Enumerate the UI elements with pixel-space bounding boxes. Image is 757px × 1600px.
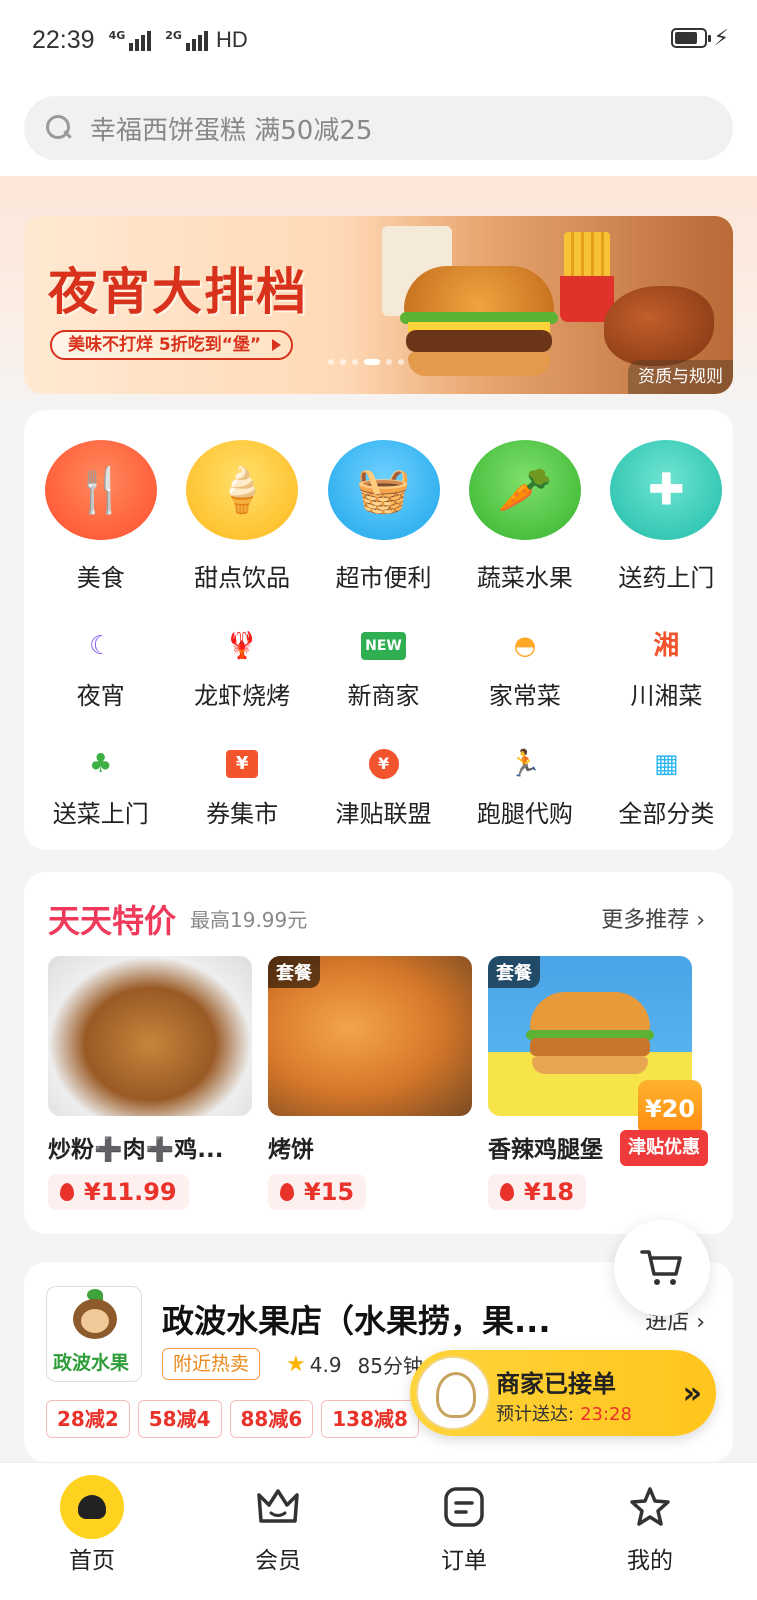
price-tag: ¥11.99 — [48, 1174, 189, 1210]
crown-icon — [257, 1489, 299, 1523]
deal-item-baked-pancake[interactable]: 套餐 烤饼 ¥15 — [268, 956, 472, 1210]
coupon-icon: ¥ — [226, 750, 259, 778]
promo-tag: 28减2 — [46, 1400, 130, 1438]
subsidy-badge[interactable]: ¥20 津贴优惠 — [620, 1080, 708, 1180]
search-area: 幸福西饼蛋糕 满50减25 — [0, 80, 757, 176]
broccoli-icon: ♣ — [89, 749, 113, 779]
order-status-bar[interactable]: 商家已接单 预计送达: 23:28 » — [410, 1350, 716, 1436]
promo-tag: 138减8 — [321, 1400, 419, 1438]
runner-icon: 🏃 — [508, 749, 542, 779]
signal-2g-icon: 2G — [165, 29, 208, 51]
order-status-title: 商家已接单 — [496, 1370, 616, 1398]
signal-4g-icon: 4G — [109, 29, 152, 51]
more-recommendations-link[interactable]: 更多推荐 › — [601, 902, 705, 934]
order-icon — [444, 1487, 484, 1527]
tab-membership[interactable]: 会员 — [208, 1463, 348, 1600]
tab-profile[interactable]: 我的 — [580, 1463, 720, 1600]
ice-cream-icon: 🍦 — [186, 440, 299, 540]
fire-icon — [500, 1183, 514, 1201]
tab-orders[interactable]: 订单 — [394, 1463, 534, 1600]
sub-category-row-1: ☾ 夜宵 🦞 龙虾烧烤 NEW 新商家 ◓ 家常菜 湘 川湘菜 — [24, 628, 733, 711]
rules-link[interactable]: 资质与规则 — [628, 360, 733, 394]
shop-rating: ★ 4.9 85分钟 — [286, 1352, 423, 1378]
deals-subtitle: 最高19.99元 — [190, 908, 308, 932]
grid-icon: ▦ — [654, 749, 679, 779]
price-tag: ¥18 — [488, 1174, 587, 1210]
search-placeholder: 幸福西饼蛋糕 满50减25 — [90, 115, 373, 146]
order-eta: 预计送达: 23:28 — [496, 1404, 632, 1425]
subsidy-label: 津贴优惠 — [620, 1130, 708, 1166]
promo-tag: 58减4 — [137, 1400, 222, 1438]
fire-icon — [280, 1183, 294, 1201]
charging-icon: ⚡ — [713, 26, 729, 51]
shop-name: 政波水果店（水果捞，果... — [162, 1302, 551, 1340]
clock: 22:39 — [32, 25, 95, 54]
category-home-cooking[interactable]: ◓ 家常菜 — [458, 628, 591, 711]
banner-pagination — [328, 359, 404, 365]
category-late-night[interactable]: ☾ 夜宵 — [34, 628, 167, 711]
category-dessert-drinks[interactable]: 🍦 甜点饮品 — [175, 440, 308, 593]
promo-list: 28减2 58减4 88减6 138减8 — [46, 1400, 419, 1438]
status-bar: 22:39 4G 2G HD ⚡ — [0, 0, 757, 80]
category-grocery-delivery[interactable]: ♣ 送菜上门 — [34, 746, 167, 829]
combo-badge: 套餐 — [488, 956, 540, 988]
price-tag: ¥15 — [268, 1174, 367, 1210]
fire-icon — [60, 1183, 74, 1201]
hot-nearby-badge: 附近热卖 — [162, 1348, 261, 1380]
promo-tag: 88减6 — [229, 1400, 314, 1438]
bowl-icon: ◓ — [513, 631, 537, 661]
xiang-icon: 湘 — [653, 631, 680, 661]
deals-title: 天天特价 — [48, 902, 177, 940]
banner-title: 夜宵大排档 — [48, 263, 308, 321]
category-food[interactable]: 🍴 美食 — [34, 440, 167, 593]
cart-button[interactable] — [614, 1220, 710, 1316]
search-icon — [46, 115, 72, 141]
tab-home[interactable]: 首页 — [22, 1463, 162, 1600]
category-coupon-market[interactable]: ¥ 券集市 — [175, 746, 308, 829]
deal-item-fried-noodles[interactable]: 炒粉➕肉➕鸡... ¥11.99 — [48, 956, 252, 1210]
category-sichuan-hunan[interactable]: 湘 川湘菜 — [600, 628, 733, 711]
search-input[interactable]: 幸福西饼蛋糕 满50减25 — [24, 96, 733, 160]
lobster-icon: 🦞 — [225, 631, 259, 661]
medicine-box-icon: ✚ — [610, 440, 723, 540]
profile-icon — [630, 1487, 670, 1526]
fried-noodles-image — [48, 956, 252, 1116]
sub-category-row-2: ♣ 送菜上门 ¥ 券集市 ¥ 津贴联盟 🏃 跑腿代购 ▦ 全部分类 — [24, 746, 733, 829]
deals-list: 炒粉➕肉➕鸡... ¥11.99 套餐 烤饼 ¥15 套餐 香辣鸡腿堡 ¥18 — [48, 956, 692, 1210]
promo-banner[interactable]: 夜宵大排档 美味不打烊 5折吃到“堡” 资质与规则 — [24, 216, 733, 394]
burger-image — [400, 266, 558, 376]
cart-icon — [640, 1250, 682, 1285]
hd-indicator: HD — [215, 27, 248, 52]
basket-icon: 🧺 — [327, 440, 440, 540]
money-bag-icon: ¥ — [368, 749, 399, 779]
combo-badge: 套餐 — [268, 956, 320, 988]
main-category-row: 🍴 美食 🍦 甜点饮品 🧺 超市便利 🥕 蔬菜水果 ✚ 送药上门 — [24, 440, 733, 593]
battery-icon — [671, 28, 711, 48]
new-shop-icon: NEW — [361, 632, 406, 660]
moon-icon: ☾ — [89, 631, 113, 661]
home-icon — [60, 1475, 124, 1539]
category-errands[interactable]: 🏃 跑腿代购 — [458, 746, 591, 829]
category-medicine[interactable]: ✚ 送药上门 — [600, 440, 733, 593]
category-lobster-bbq[interactable]: 🦞 龙虾烧烤 — [175, 628, 308, 711]
category-all[interactable]: ▦ 全部分类 — [600, 746, 733, 829]
double-chevron-icon: » — [682, 1376, 702, 1411]
spoon-fork-icon: 🍴 — [44, 440, 157, 540]
category-subsidy-alliance[interactable]: ¥ 津贴联盟 — [317, 746, 450, 829]
subsidy-amount: ¥20 — [638, 1080, 702, 1136]
category-grid: 🍴 美食 🍦 甜点饮品 🧺 超市便利 🥕 蔬菜水果 ✚ 送药上门 ☾ 夜宵 🦞 … — [24, 410, 733, 850]
shop-logo: 政波水果 — [46, 1286, 142, 1382]
carrot-icon: 🥕 — [468, 440, 581, 540]
category-supermarket[interactable]: 🧺 超市便利 — [317, 440, 450, 593]
chicken-wings-image — [604, 286, 714, 366]
bottom-tab-bar: 首页 会员 订单 我的 — [0, 1462, 757, 1600]
category-fruit-veg[interactable]: 🥕 蔬菜水果 — [458, 440, 591, 593]
banner-subtitle: 美味不打烊 5折吃到“堡” — [50, 330, 294, 360]
merchant-avatar — [416, 1356, 490, 1430]
category-new-shops[interactable]: NEW 新商家 — [317, 628, 450, 711]
star-icon: ★ — [286, 1352, 306, 1377]
pancake-image: 套餐 — [268, 956, 472, 1116]
